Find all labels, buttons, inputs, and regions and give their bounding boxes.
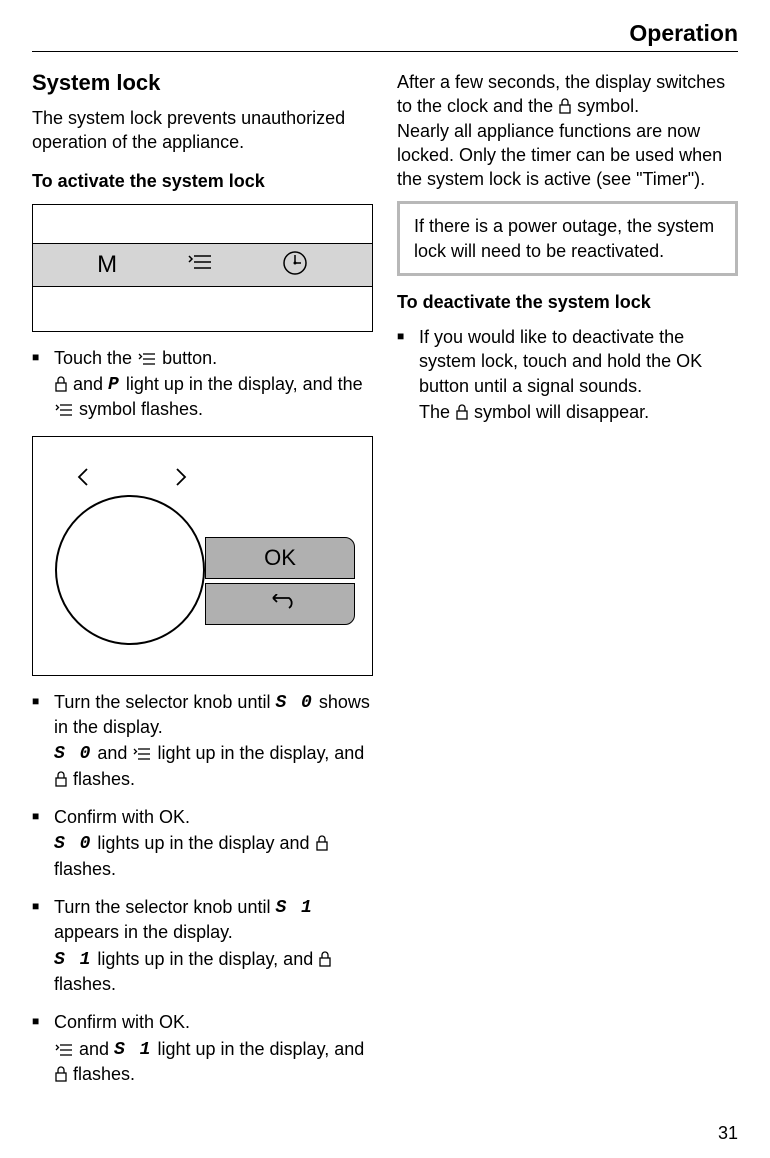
- settings-icon: [137, 348, 157, 368]
- step-2: Turn the selector knob until S 0 shows i…: [32, 690, 373, 791]
- heading-system-lock: System lock: [32, 70, 373, 96]
- heading-activate: To activate the system lock: [32, 171, 373, 192]
- step-4: Turn the selector knob until S 1 appears…: [32, 895, 373, 996]
- note-box: If there is a power outage, the system l…: [397, 201, 738, 276]
- ok-button: OK: [205, 537, 355, 579]
- intro-text: The system lock prevents unauthorized op…: [32, 106, 373, 155]
- lock-icon: [54, 374, 68, 394]
- deactivate-step-1: If you would like to deactivate the syst…: [397, 325, 738, 424]
- display-m-label: M: [97, 251, 117, 279]
- back-button: [205, 583, 355, 625]
- right-p1: After a few seconds, the display switche…: [397, 70, 738, 191]
- chevron-left-icon: [73, 465, 93, 494]
- lock-icon: [54, 1064, 68, 1084]
- page-header: Operation: [32, 20, 738, 52]
- settings-icon: [54, 1039, 74, 1059]
- p-char: P: [108, 373, 121, 397]
- page-number: 31: [718, 1123, 738, 1144]
- clock-icon: [282, 250, 308, 279]
- left-column: System lock The system lock prevents una…: [32, 70, 373, 1100]
- right-column: After a few seconds, the display switche…: [397, 70, 738, 1100]
- lock-icon: [54, 769, 68, 789]
- knob-illustration: OK: [32, 436, 373, 676]
- chevron-right-icon: [171, 465, 191, 494]
- heading-deactivate: To deactivate the system lock: [397, 292, 738, 313]
- lock-icon: [315, 833, 329, 853]
- section-title: Operation: [629, 20, 738, 47]
- settings-icon: [185, 253, 213, 276]
- selector-knob: [55, 495, 205, 645]
- settings-icon: [132, 743, 152, 763]
- lock-icon: [558, 96, 572, 116]
- step-1: Touch the button. and P light up in the …: [32, 346, 373, 422]
- back-arrow-icon: [265, 594, 295, 614]
- note-text: If there is a power outage, the system l…: [414, 214, 721, 263]
- lock-icon: [455, 402, 469, 422]
- step-3: Confirm with OK. S 0 lights up in the di…: [32, 805, 373, 881]
- step-5: Confirm with OK. and S 1 light up in the…: [32, 1010, 373, 1086]
- settings-icon: [54, 399, 74, 419]
- display-illustration: M: [32, 204, 373, 332]
- lock-icon: [318, 949, 332, 969]
